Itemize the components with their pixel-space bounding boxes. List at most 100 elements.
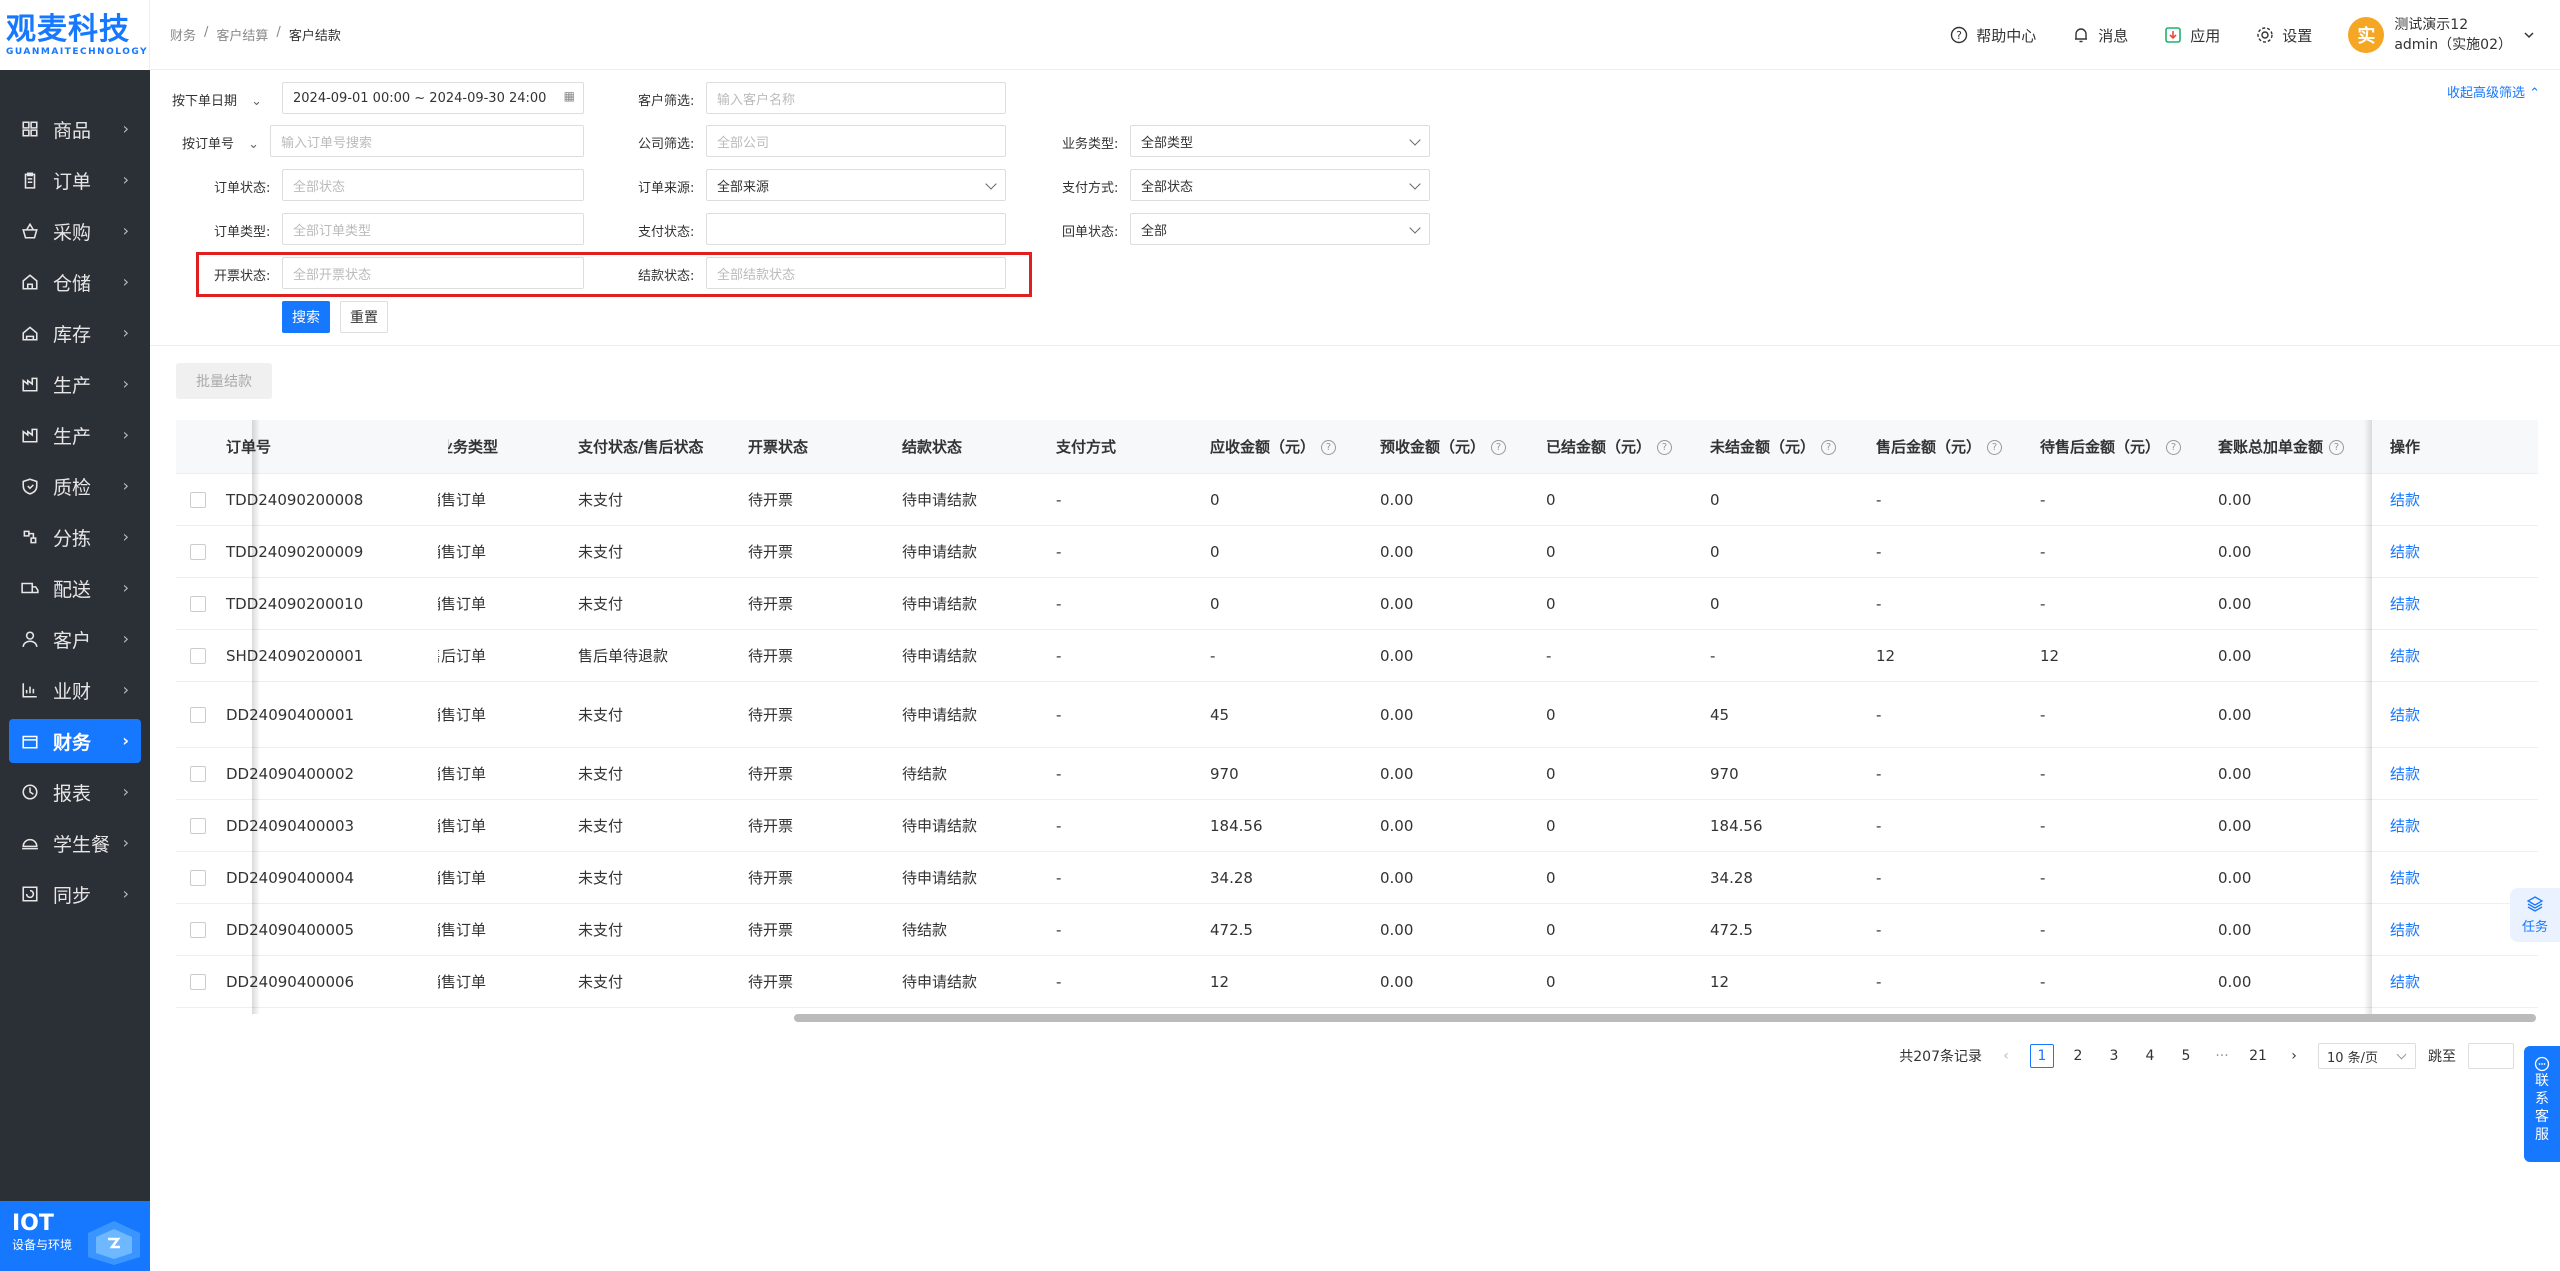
table-cell: TDD24090200010 [226,594,364,613]
pay-method-select[interactable]: 全部状态 [1130,169,1430,201]
table-row[interactable]: TDD24090200009 销售订单 未支付 待开票 待申请结款 - 0 0.00 0 0 - - 0… [176,526,2538,578]
row-checkbox[interactable] [190,543,206,560]
pay-status-select[interactable] [706,213,1006,245]
chevron-right-icon: › [122,221,129,240]
help-center-button[interactable]: ? 帮助中心 [1950,25,2036,46]
prev-page-icon[interactable]: ‹ [1994,1044,2018,1068]
settle-action-link[interactable]: 结款 [2390,815,2420,836]
sidebar-item-2[interactable]: 采购 › [9,209,141,253]
company-select[interactable]: 全部公司 [706,125,1006,157]
customer-service-button[interactable]: 联 系 客 服 [2524,1046,2560,1162]
order-no-type-select[interactable]: 按订单号 ⌄ [182,133,259,152]
settle-action-link[interactable]: 结款 [2390,704,2420,725]
order-status-select[interactable]: 全部状态 [282,169,584,201]
order-source-select[interactable]: 全部来源 [706,169,1006,201]
table-row[interactable]: TDD24090200010 销售订单 未支付 待开票 待申请结款 - 0 0.00 0 0 - - 0… [176,578,2538,630]
sidebar-item-14[interactable]: 学生餐 › [9,821,141,865]
sidebar-item-1[interactable]: 订单 › [9,158,141,202]
question-circle-icon[interactable]: ? [1821,440,1837,455]
settle-status-select[interactable]: 全部结款状态 [706,257,1006,289]
reset-button[interactable]: 重置 [340,301,388,333]
settle-action-link[interactable]: 结款 [2390,867,2420,888]
column-header: 支付状态/售后状态 [578,436,703,457]
question-circle-icon[interactable]: ? [1987,440,2003,455]
return-status-select[interactable]: 全部 [1130,213,1430,245]
user-menu[interactable]: 实 测试演示12 admin（实施02） [2348,15,2536,55]
question-circle-icon[interactable]: ? [2329,440,2345,455]
table-row[interactable]: DD24090400001 销售订单 未支付 待开票 待申请结款 - 45 0.00 0 45 - -… [176,682,2538,748]
jump-page-input[interactable] [2468,1043,2514,1069]
table-cell: - [2040,594,2046,613]
page-4[interactable]: 4 [2138,1044,2162,1068]
search-button[interactable]: 搜索 [282,301,330,333]
page-21[interactable]: 21 [2246,1044,2270,1068]
table-row[interactable]: DD24090400002 销售订单 未支付 待开票 待结款 - 970 0.00 0 970 - -… [176,748,2538,800]
date-type-select[interactable]: 按下单日期 ⌄ [172,90,262,109]
table-row[interactable]: DD24090400004 销售订单 未支付 待开票 待申请结款 - 34.28 0.00 0 3… [176,852,2538,904]
iot-entry[interactable]: IOT 设备与环境 [0,1201,150,1271]
table-row[interactable]: DD24090400006 销售订单 未支付 待开票 待申请结款 - 12 0.00 0 12 - -… [176,956,2538,1008]
customer-search-input[interactable]: 输入客户名称 [706,82,1006,114]
sidebar-item-13[interactable]: 报表 › [9,770,141,814]
settle-action-link[interactable]: 结款 [2390,645,2420,666]
row-checkbox[interactable] [190,706,206,723]
settle-action-link[interactable]: 结款 [2390,919,2420,940]
order-no-search-input[interactable]: 输入订单号搜索 [270,125,584,157]
row-checkbox[interactable] [190,973,206,990]
question-circle-icon[interactable]: ? [1491,440,1507,455]
page-5[interactable]: 5 [2174,1044,2198,1068]
table-row[interactable]: TDD24090200008 销售订单 未支付 待开票 待申请结款 - 0 0.00 0 0 - - 0… [176,474,2538,526]
biz-type-select[interactable]: 全部类型 [1130,125,1430,157]
settle-action-link[interactable]: 结款 [2390,971,2420,992]
settle-action-link[interactable]: 结款 [2390,541,2420,562]
date-range-picker[interactable]: 2024-09-01 00:00 ~ 2024-09-30 24:00 ▦ [282,82,584,114]
settle-action-link[interactable]: 结款 [2390,489,2420,510]
collapse-advanced-filter-link[interactable]: 收起高级筛选 ⌃ [2447,82,2540,101]
batch-settle-button[interactable]: 批量结款 [176,363,272,399]
sidebar-item-3[interactable]: 仓储 › [9,260,141,304]
sidebar-item-10[interactable]: 客户 › [9,617,141,661]
page-size-select[interactable]: 10 条/页 [2318,1043,2416,1069]
sidebar-item-0[interactable]: 商品 › [9,107,141,151]
sidebar-item-7[interactable]: 质检 › [9,464,141,508]
table-cell: TDD24090200008 [226,490,364,509]
sidebar-item-8[interactable]: 分拣 › [9,515,141,559]
page-3[interactable]: 3 [2102,1044,2126,1068]
apps-button[interactable]: 应用 [2164,25,2220,46]
task-float-button[interactable]: 任务 [2510,888,2560,942]
settle-action-link[interactable]: 结款 [2390,593,2420,614]
page-2[interactable]: 2 [2066,1044,2090,1068]
row-checkbox[interactable] [190,765,206,782]
invoice-status-select[interactable]: 全部开票状态 [282,257,584,289]
table-row[interactable]: DD24090400005 销售订单 未支付 待开票 待结款 - 472.5 0.00 0 472… [176,904,2538,956]
question-circle-icon[interactable]: ? [1321,440,1337,455]
sidebar-item-4[interactable]: 库存 › [9,311,141,355]
sidebar-item-5[interactable]: 生产 › [9,362,141,406]
row-checkbox[interactable] [190,647,206,664]
question-circle-icon[interactable]: ? [1657,440,1673,455]
table-row[interactable]: SHD24090200001 售后订单 售后单待退款 待开票 待申请结款 - - 0.00 - -… [176,630,2538,682]
sidebar-item-12[interactable]: 财务 › [9,719,141,763]
page-ellipsis[interactable]: ··· [2210,1044,2234,1068]
table-row[interactable]: DD24090400003 销售订单 未支付 待开票 待申请结款 - 184.56 0.00 0… [176,800,2538,852]
brand-logo[interactable]: 观麦科技 GUANMAITECHNOLOGY [0,0,150,70]
settle-action-link[interactable]: 结款 [2390,763,2420,784]
breadcrumb-item[interactable]: 客户结算 [216,25,268,44]
breadcrumb-item[interactable]: 财务 [170,25,196,44]
horizontal-scrollbar[interactable] [794,1014,2536,1022]
sidebar-item-11[interactable]: 业财 › [9,668,141,712]
sidebar-item-9[interactable]: 配送 › [9,566,141,610]
row-checkbox[interactable] [190,869,206,886]
row-checkbox[interactable] [190,921,206,938]
messages-button[interactable]: 消息 [2072,25,2128,46]
next-page-icon[interactable]: › [2282,1044,2306,1068]
settings-button[interactable]: 设置 [2256,25,2312,46]
order-type-select[interactable]: 全部订单类型 [282,213,584,245]
question-circle-icon[interactable]: ? [2166,440,2182,455]
sidebar-item-15[interactable]: 同步 › [9,872,141,916]
row-checkbox[interactable] [190,595,206,612]
row-checkbox[interactable] [190,491,206,508]
sidebar-item-6[interactable]: 生产 › [9,413,141,457]
page-1[interactable]: 1 [2030,1044,2054,1068]
row-checkbox[interactable] [190,817,206,834]
